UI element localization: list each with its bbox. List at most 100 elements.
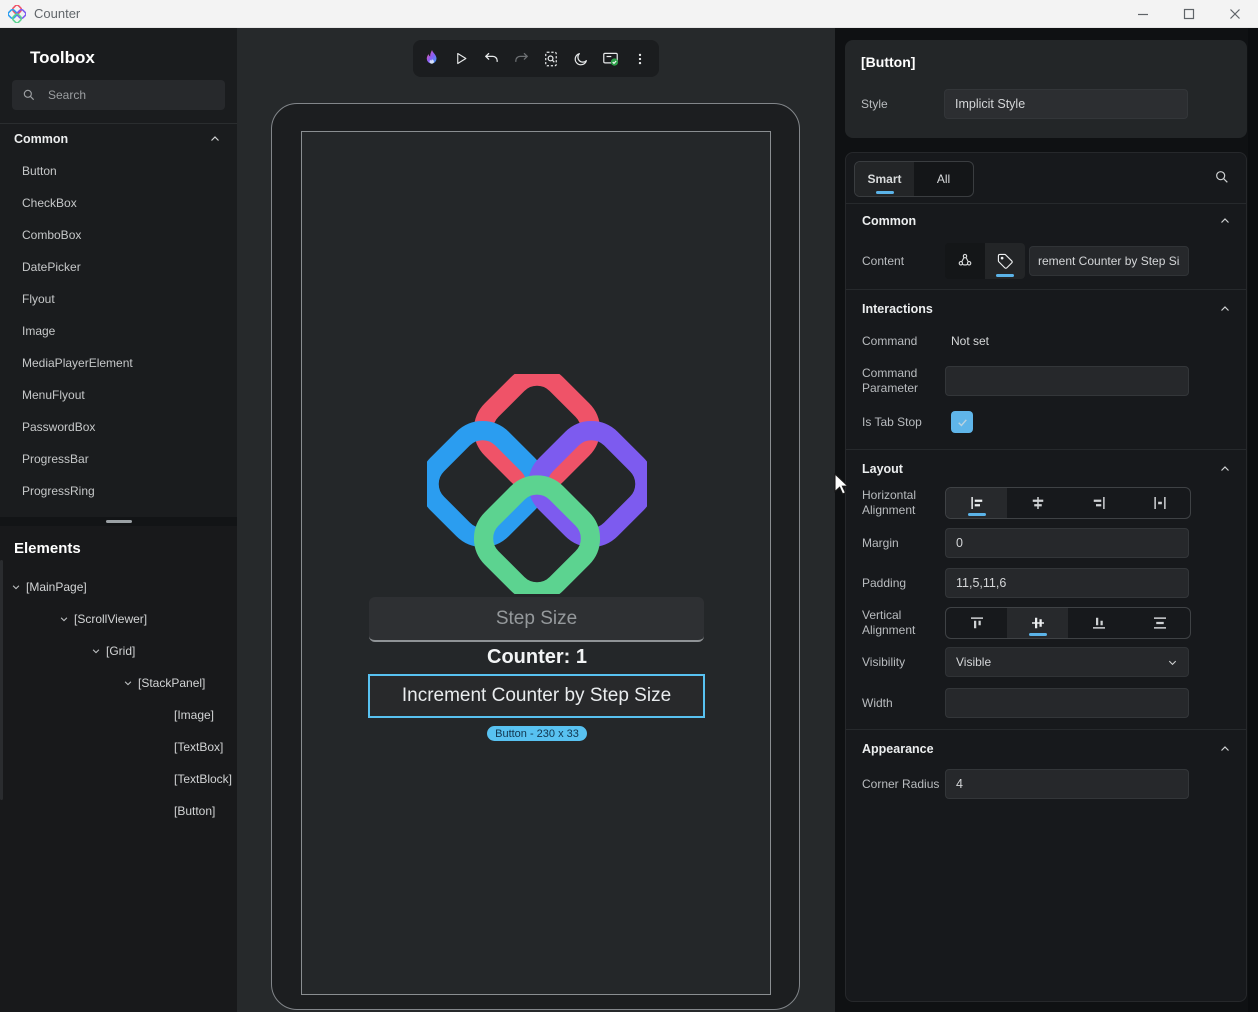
visibility-select[interactable]: Visible [945,647,1189,677]
step-size-textbox[interactable]: Step Size [369,597,704,642]
binding-icon [958,253,972,266]
content-row: Content [862,243,1238,279]
toolbox-item-menuflyout[interactable]: MenuFlyout [0,379,237,411]
tree-item-textblock[interactable]: [TextBlock] [0,763,237,795]
tree-item-stackpanel[interactable]: [StackPanel] [0,667,237,699]
content-binding-toggle[interactable] [945,243,985,279]
content-text-toggle[interactable] [985,243,1025,279]
padding-input[interactable] [945,568,1189,598]
increment-button[interactable]: Increment Counter by Step Size [368,674,705,718]
section-layout-header[interactable]: Layout [846,453,1246,485]
tree-item-grid[interactable]: [Grid] [0,635,237,667]
width-input[interactable] [945,688,1189,718]
toolbox-item-checkbox[interactable]: CheckBox [0,187,237,219]
design-toolbar [413,40,659,77]
halign-left-button[interactable] [946,488,1007,518]
chevron-up-icon[interactable] [1219,215,1231,227]
section-appearance-header[interactable]: Appearance [846,733,1246,765]
splitter-handle [105,520,132,523]
valign-bottom-button[interactable] [1068,608,1129,638]
align-stretch-horizontal-icon [1153,497,1166,509]
margin-input[interactable] [945,528,1189,558]
align-stretch-vertical-icon [1153,617,1166,629]
tab-smart[interactable]: Smart [855,162,914,196]
tree-item-label: [Image] [174,708,215,722]
tree-item-textbox[interactable]: [TextBox] [0,731,237,763]
valign-center-button[interactable] [1007,608,1068,638]
window-title: Counter [34,6,81,21]
tree-item-mainpage[interactable]: [MainPage] [0,571,237,603]
tab-all[interactable]: All [914,162,973,196]
chevron-up-icon[interactable] [1219,463,1231,475]
chevron-up-icon [211,135,219,141]
width-label: Width [862,695,893,710]
toolbox-panel: Toolbox Common Button CheckBox ComboBox … [0,28,237,1012]
valign-top-button[interactable] [946,608,1007,638]
toolbox-section-common[interactable]: Common [0,123,237,153]
tree-item-scrollviewer[interactable]: [ScrollViewer] [0,603,237,635]
chevron-down-icon[interactable] [10,581,22,593]
properties-tabs: Smart All [854,161,974,197]
device-frame: Step Size Counter: 1 Increment Counter b… [271,103,800,1010]
command-parameter-input[interactable] [945,366,1189,396]
toolbox-item-passwordbox[interactable]: PasswordBox [0,411,237,443]
chevron-down-icon[interactable] [122,677,134,689]
halign-stretch-button[interactable] [1129,488,1190,518]
device-screen: Step Size Counter: 1 Increment Counter b… [301,131,771,995]
hot-design-flame-icon[interactable] [419,46,445,72]
tree-item-label: [MainPage] [26,580,87,594]
minimize-button[interactable] [1120,0,1166,28]
fit-to-screen-icon[interactable] [538,46,564,72]
align-right-icon [1093,497,1105,509]
section-appearance-title: Appearance [862,742,934,756]
play-icon[interactable] [449,46,475,72]
tree-item-image[interactable]: [Image] [0,699,237,731]
halign-right-button[interactable] [1068,488,1129,518]
is-tab-stop-checkbox[interactable] [951,411,973,433]
chevron-up-icon[interactable] [1219,743,1231,755]
toolbox-item-datepicker[interactable]: DatePicker [0,251,237,283]
panel-splitter[interactable] [0,517,237,526]
padding-row: Padding [862,568,1238,598]
changes-validated-icon[interactable] [597,46,623,72]
toolbox-item-image[interactable]: Image [0,315,237,347]
elements-scrollbar[interactable] [0,560,3,800]
close-button[interactable] [1212,0,1258,28]
properties-search-button[interactable] [1214,169,1230,190]
section-common-header[interactable]: Common [846,205,1246,237]
content-mode-toggle [945,243,1025,279]
maximize-button[interactable] [1166,0,1212,28]
toolbox-item-combobox[interactable]: ComboBox [0,219,237,251]
chevron-down-icon[interactable] [58,613,70,625]
undo-icon[interactable] [478,46,504,72]
visibility-label: Visibility [862,654,906,669]
command-value[interactable]: Not set [951,334,989,348]
toolbox-item-flyout[interactable]: Flyout [0,283,237,315]
toolbox-item-progressbar[interactable]: ProgressBar [0,443,237,475]
section-interactions-header[interactable]: Interactions [846,293,1246,325]
toolbox-item-mediaplayerelement[interactable]: MediaPlayerElement [0,347,237,379]
redo-icon[interactable] [508,46,534,72]
content-input[interactable] [1029,246,1189,276]
panel-scrollbar-gutter[interactable] [1248,28,1258,1012]
more-options-icon[interactable] [627,46,653,72]
chevron-up-icon[interactable] [1219,303,1231,315]
toolbox-search-box[interactable] [12,80,225,110]
toolbox-search-input[interactable] [48,88,208,102]
toolbox-item-button[interactable]: Button [0,155,237,187]
align-center-icon [1032,497,1043,509]
toolbox-list: Button CheckBox ComboBox DatePicker Flyo… [0,155,237,507]
chevron-down-icon[interactable] [90,645,102,657]
valign-stretch-button[interactable] [1129,608,1190,638]
toolbox-item-progressring[interactable]: ProgressRing [0,475,237,507]
selection-size-badge: Button - 230 x 33 [302,726,772,741]
is-tab-stop-label: Is Tab Stop [862,414,922,429]
corner-radius-input[interactable] [945,769,1189,799]
tree-item-label: [ScrollViewer] [74,612,148,626]
horizontal-alignment-label: Horizontal Alignment [862,488,917,517]
halign-center-button[interactable] [1007,488,1068,518]
style-input[interactable] [944,89,1188,119]
style-row: Style [861,89,1231,119]
theme-moon-icon[interactable] [568,46,594,72]
tree-item-button[interactable]: [Button] [0,795,237,827]
